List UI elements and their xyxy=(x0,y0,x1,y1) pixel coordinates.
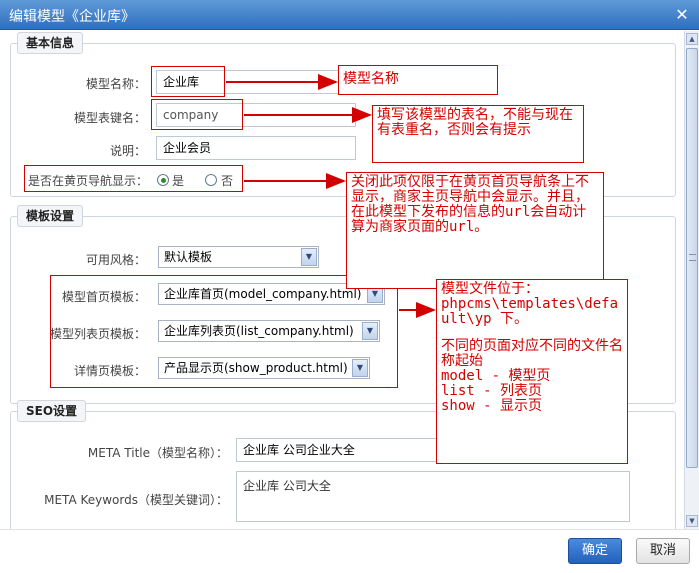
annotation-template-line3: 不同的页面对应不同的文件名称起始 xyxy=(441,338,623,369)
detail-template-select[interactable]: 产品显示页(show_product.html) ▼ xyxy=(158,357,370,379)
annotation-template-line6: show - 显示页 xyxy=(441,398,543,414)
table-key-label: 模型表键名： xyxy=(73,111,146,125)
style-select[interactable]: 默认模板 ▼ xyxy=(158,246,319,268)
annotation-nav-display: 关闭此项仅限于在黄页首页导航条上不显示，商家主页导航中会显示。并且，在此模型下发… xyxy=(346,172,604,289)
annotation-model-name: 模型名称 xyxy=(338,65,498,95)
style-label: 可用风格： xyxy=(85,253,146,267)
table-key-highlight xyxy=(151,99,243,130)
close-icon[interactable]: ✕ xyxy=(673,6,691,24)
annotation-template-line1: 模型文件位于： xyxy=(441,281,539,297)
dialog-content: 基本信息 模型名称： 企业库 模型表键名： company 说明： 企业会员 是… xyxy=(0,31,684,529)
style-select-value: 默认模板 xyxy=(164,250,213,264)
nav-display-label: 是否在黄页导航显示： xyxy=(28,174,149,188)
annotation-table-key: 填写该模型的表名，不能与现在有表重名，否则会有提示 xyxy=(372,105,584,163)
annotation-template-line4: model - 模型页 xyxy=(441,368,551,384)
chevron-down-icon[interactable]: ▼ xyxy=(301,248,317,266)
description-input[interactable]: 企业会员 xyxy=(156,136,356,160)
home-template-label: 模型首页模板： xyxy=(61,290,146,304)
home-template-value: 企业库首页(model_company.html) xyxy=(164,287,362,301)
detail-template-label: 详情页模板： xyxy=(73,364,146,378)
model-name-highlight xyxy=(151,66,225,97)
seo-settings-legend: SEO设置 xyxy=(17,400,87,422)
template-settings-legend: 模板设置 xyxy=(17,205,84,227)
scrollbar-thumb[interactable] xyxy=(686,48,698,468)
model-name-label: 模型名称： xyxy=(85,77,146,91)
chevron-down-icon[interactable]: ▼ xyxy=(352,359,368,377)
vertical-scrollbar[interactable]: ▲ ▼ xyxy=(684,31,699,529)
meta-title-label: META Title（模型名称）： xyxy=(87,446,228,460)
annotation-template-line5: list - 列表页 xyxy=(441,383,543,399)
scroll-up-icon[interactable]: ▲ xyxy=(686,33,698,45)
nav-no-radio[interactable] xyxy=(205,174,217,186)
dialog-footer: 确定 取消 xyxy=(0,529,699,573)
scroll-down-icon[interactable]: ▼ xyxy=(686,515,698,527)
ok-button[interactable]: 确定 xyxy=(568,538,622,564)
chevron-down-icon[interactable]: ▼ xyxy=(362,322,378,340)
nav-yes-radio[interactable] xyxy=(157,174,169,186)
nav-no-label: 否 xyxy=(221,174,234,188)
grip-icon xyxy=(689,254,696,261)
window-title-bar: 编辑模型《企业库》 ✕ xyxy=(0,0,699,30)
list-template-value: 企业库列表页(list_company.html) xyxy=(164,324,354,338)
detail-template-value: 产品显示页(show_product.html) xyxy=(164,361,348,375)
basic-info-legend: 基本信息 xyxy=(17,32,84,54)
annotation-template-line2: phpcms\templates\default\yp 下。 xyxy=(441,296,619,327)
description-label: 说明： xyxy=(109,144,146,158)
window-title: 编辑模型《企业库》 xyxy=(9,9,135,25)
annotation-template-files: 模型文件位于： phpcms\templates\default\yp 下。 不… xyxy=(436,279,628,464)
list-template-select[interactable]: 企业库列表页(list_company.html) ▼ xyxy=(158,320,380,342)
list-template-label: 模型列表页模板： xyxy=(49,327,146,341)
cancel-button[interactable]: 取消 xyxy=(636,538,690,564)
meta-keywords-label: META Keywords（模型关键词）： xyxy=(44,493,228,507)
meta-keywords-textarea[interactable]: 企业库 公司大全 xyxy=(236,471,630,522)
nav-yes-label: 是 xyxy=(172,174,185,188)
